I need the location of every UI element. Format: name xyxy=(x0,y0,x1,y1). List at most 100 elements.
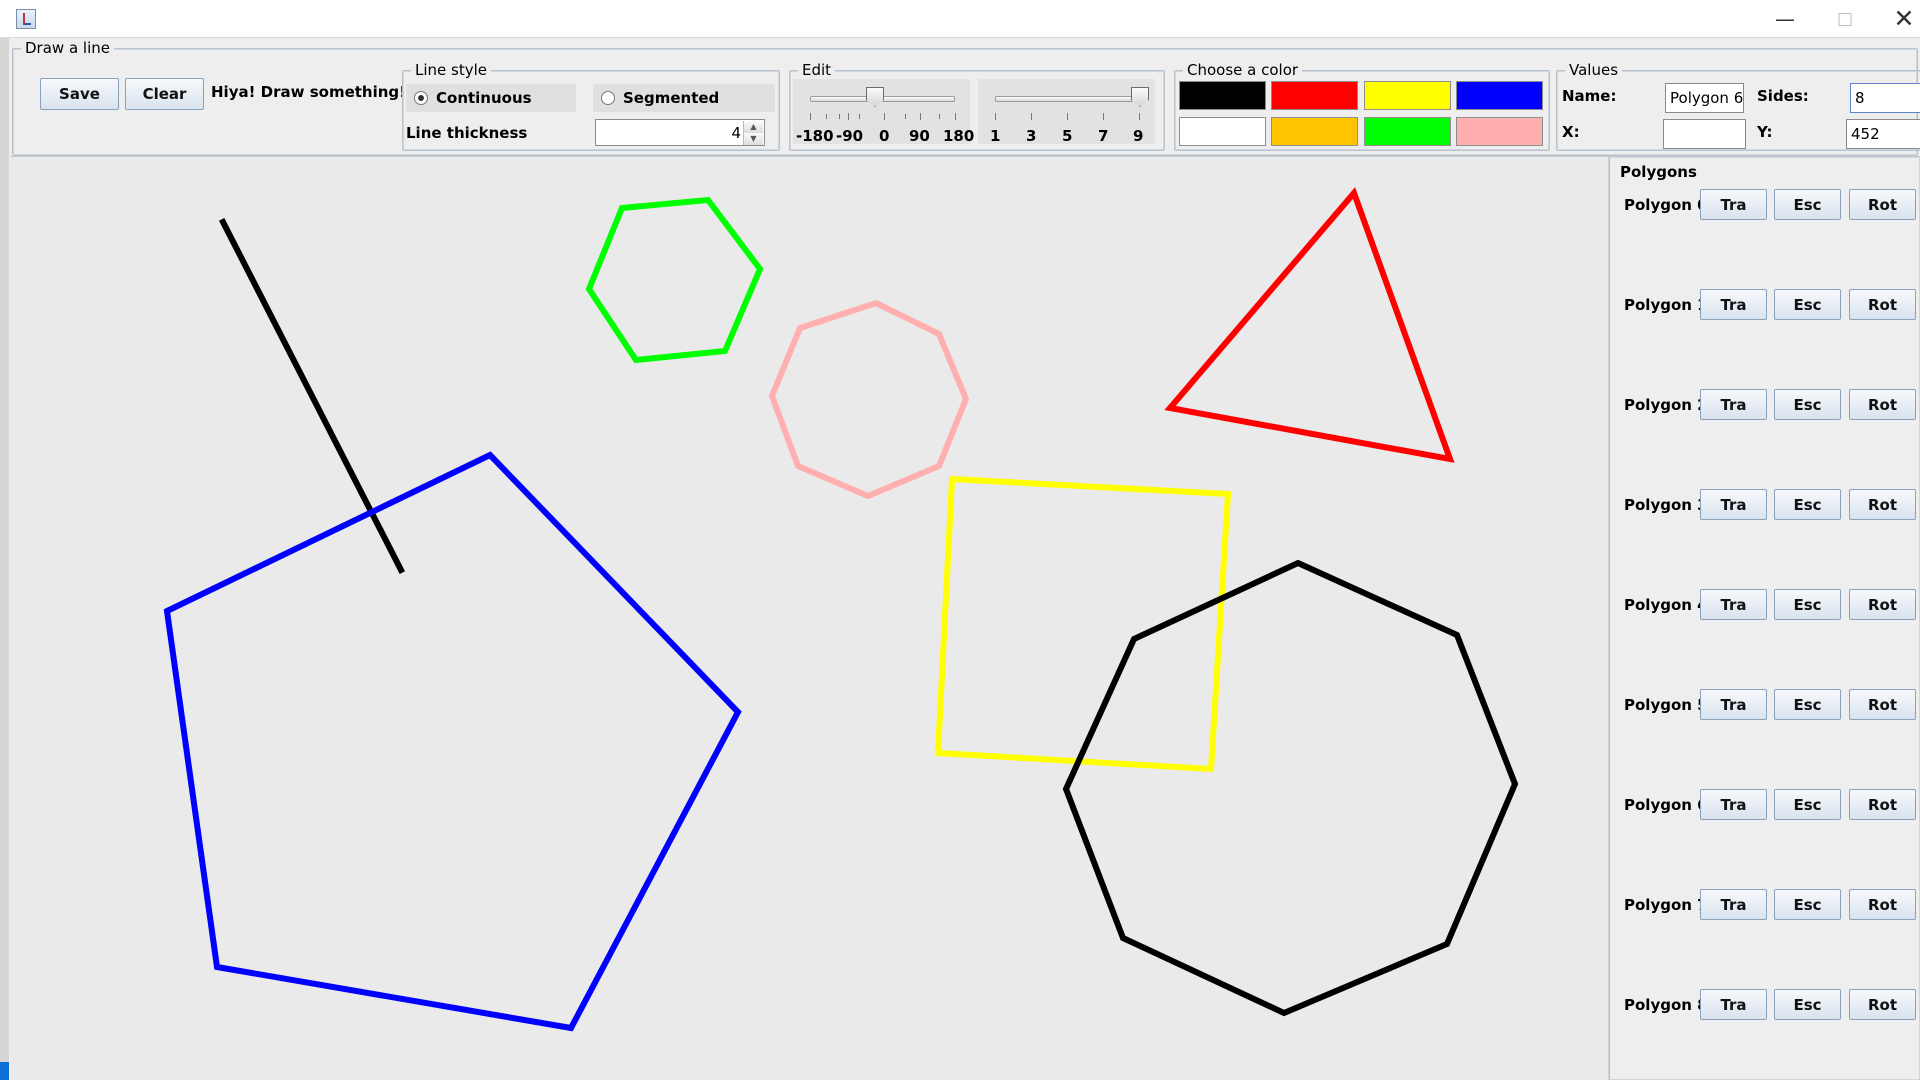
blue-hexagon-shape[interactable] xyxy=(163,451,742,1032)
color-swatch-pink[interactable] xyxy=(1456,117,1543,146)
application-window: — □ ✕ Draw a line Save Clear Hiya! Draw … xyxy=(0,0,1920,1080)
rotate-button[interactable]: Rot xyxy=(1849,189,1916,220)
red-triangle-shape[interactable] xyxy=(1164,187,1455,463)
line-thickness-spinner[interactable]: 4 ▲ ▼ xyxy=(595,119,765,146)
green-hexagon-shape[interactable] xyxy=(585,196,764,364)
x-field[interactable] xyxy=(1663,119,1746,149)
minimize-button[interactable]: — xyxy=(1755,0,1815,38)
polygon-row: Polygon 3 Tra Esc Rot xyxy=(1609,489,1920,523)
pink-octagon-shape[interactable] xyxy=(768,299,970,500)
rotate-button[interactable]: Rot xyxy=(1849,989,1916,1020)
name-label: Name: xyxy=(1562,87,1617,105)
left-window-edge xyxy=(0,38,9,1080)
translate-button[interactable]: Tra xyxy=(1700,989,1767,1020)
x-label: X: xyxy=(1562,123,1580,141)
clear-button[interactable]: Clear xyxy=(125,78,204,110)
scale-tick xyxy=(995,113,996,120)
save-button[interactable]: Save xyxy=(40,78,119,110)
values-group: Values Name: Polygon 6 Sides: 8 X: Y: 45… xyxy=(1556,62,1920,151)
rotation-tick xyxy=(848,113,849,120)
line-thickness-value[interactable]: 4 xyxy=(731,124,741,142)
translate-button[interactable]: Tra xyxy=(1700,489,1767,520)
translate-button[interactable]: Tra xyxy=(1700,889,1767,920)
rotation-tick xyxy=(939,114,940,119)
polygon-name: Polygon 3 xyxy=(1624,496,1708,514)
color-swatch-yellow[interactable] xyxy=(1364,81,1451,110)
polygon-row: Polygon 2 Tra Esc Rot xyxy=(1609,389,1920,423)
color-swatch-blue[interactable] xyxy=(1456,81,1543,110)
continuous-radio-option[interactable]: Continuous xyxy=(406,84,576,112)
polygon-row: Polygon 0 Tra Esc Rot xyxy=(1609,189,1920,223)
color-swatch-green[interactable] xyxy=(1364,117,1451,146)
segmented-radio[interactable] xyxy=(601,91,615,105)
sides-field[interactable]: 8 xyxy=(1850,83,1920,113)
scale-slider-thumb[interactable] xyxy=(1131,87,1149,107)
drawing-canvas[interactable] xyxy=(10,157,1608,1080)
color-swatch-white[interactable] xyxy=(1179,117,1266,146)
drawing-surface[interactable] xyxy=(10,157,1608,1080)
line-thickness-label: Line thickness xyxy=(406,124,528,142)
spinner-down-icon[interactable]: ▼ xyxy=(743,133,763,145)
scale-button[interactable]: Esc xyxy=(1774,289,1841,320)
rotation-tick xyxy=(859,114,860,119)
black-octagon-shape[interactable] xyxy=(1062,559,1519,1017)
rotation-tick xyxy=(810,113,811,120)
sides-label: Sides: xyxy=(1757,87,1809,105)
rotate-button[interactable]: Rot xyxy=(1849,389,1916,420)
scale-tick xyxy=(1103,113,1104,120)
rotate-button[interactable]: Rot xyxy=(1849,289,1916,320)
polygon-name: Polygon 5 xyxy=(1624,696,1708,714)
translate-button[interactable]: Tra xyxy=(1700,689,1767,720)
color-picker-group: Choose a color xyxy=(1174,62,1550,151)
scale-button[interactable]: Esc xyxy=(1774,789,1841,820)
maximize-button[interactable]: □ xyxy=(1815,0,1875,38)
color-swatch-black[interactable] xyxy=(1179,81,1266,110)
rotation-slider[interactable]: -180 -90 0 90 180 xyxy=(793,79,974,145)
scale-slider-track[interactable] xyxy=(995,96,1140,102)
segmented-radio-option[interactable]: Segmented xyxy=(593,84,775,112)
scale-tick xyxy=(1031,113,1032,120)
choose-color-title: Choose a color xyxy=(1183,62,1303,79)
y-field[interactable]: 452 xyxy=(1846,119,1920,149)
edit-group: Edit -180 -90 0 90 180 1 3 5 7 9 xyxy=(789,62,1165,151)
scale-button[interactable]: Esc xyxy=(1774,989,1841,1020)
scale-button[interactable]: Esc xyxy=(1774,489,1841,520)
scale-button[interactable]: Esc xyxy=(1774,589,1841,620)
scale-tick xyxy=(1067,113,1068,120)
rotate-button[interactable]: Rot xyxy=(1849,789,1916,820)
rotate-button[interactable]: Rot xyxy=(1849,489,1916,520)
scale-label-1: 1 xyxy=(990,127,1001,145)
scale-button[interactable]: Esc xyxy=(1774,189,1841,220)
scale-button[interactable]: Esc xyxy=(1774,389,1841,420)
rotate-button[interactable]: Rot xyxy=(1849,689,1916,720)
close-button[interactable]: ✕ xyxy=(1874,0,1920,38)
polygons-title: Polygons xyxy=(1620,163,1703,181)
continuous-radio[interactable] xyxy=(414,91,428,105)
rotate-button[interactable]: Rot xyxy=(1849,889,1916,920)
translate-button[interactable]: Tra xyxy=(1700,589,1767,620)
rotation-tick xyxy=(839,114,840,119)
polygons-panel: Polygons Polygon 0 Tra Esc Rot Polygon 1… xyxy=(1608,157,1920,1080)
name-field[interactable]: Polygon 6 xyxy=(1665,83,1744,113)
polygon-row: Polygon 5 Tra Esc Rot xyxy=(1609,689,1920,723)
translate-button[interactable]: Tra xyxy=(1700,389,1767,420)
y-label: Y: xyxy=(1757,123,1773,141)
rotation-slider-thumb[interactable] xyxy=(866,87,884,107)
polygon-name: Polygon 4 xyxy=(1624,596,1708,614)
color-swatch-orange[interactable] xyxy=(1271,117,1358,146)
rotation-label-minus-180: -180 xyxy=(796,127,834,145)
rotate-button[interactable]: Rot xyxy=(1849,589,1916,620)
scale-button[interactable]: Esc xyxy=(1774,889,1841,920)
black-line-shape[interactable] xyxy=(218,217,406,575)
polygon-name: Polygon 1 xyxy=(1624,296,1708,314)
yellow-square-shape[interactable] xyxy=(934,475,1232,773)
translate-button[interactable]: Tra xyxy=(1700,289,1767,320)
scale-button[interactable]: Esc xyxy=(1774,689,1841,720)
scale-slider[interactable]: 1 3 5 7 9 xyxy=(978,79,1155,145)
status-message: Hiya! Draw something! xyxy=(211,83,406,101)
translate-button[interactable]: Tra xyxy=(1700,189,1767,220)
spinner-up-icon[interactable]: ▲ xyxy=(743,121,763,133)
rotation-tick xyxy=(955,113,956,120)
color-swatch-red[interactable] xyxy=(1271,81,1358,110)
translate-button[interactable]: Tra xyxy=(1700,789,1767,820)
